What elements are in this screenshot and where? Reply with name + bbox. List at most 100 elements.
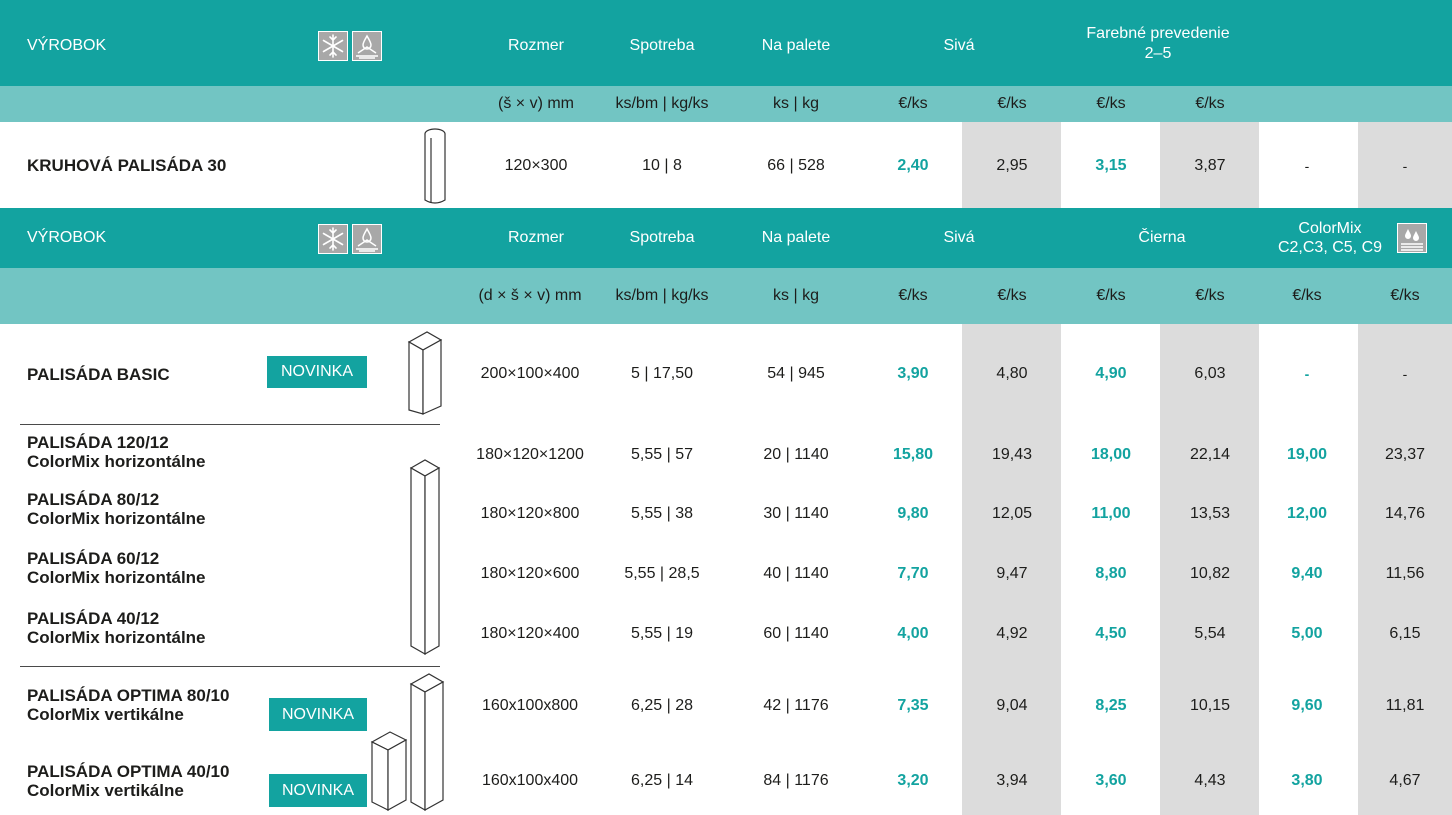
table1-header-bar (0, 0, 1452, 86)
consumption-cell: 6,25 | 28 (631, 697, 693, 714)
table1-product-header: VÝROBOK (27, 37, 107, 54)
price-cell: 12,00 (1286, 505, 1328, 522)
table2-price-unit: €/ks (898, 287, 928, 304)
table2-header-bar (0, 208, 1452, 268)
pallet-cell: 42 | 1176 (763, 697, 829, 714)
price-cell: 3,60 (1095, 772, 1127, 789)
table1-consumption-unit: ks/bm | kg/ks (615, 95, 709, 112)
price-cell: - (1304, 366, 1310, 382)
table1-price-unit: €/ks (898, 95, 928, 112)
size-cell: 180×120×800 (480, 505, 580, 522)
size-cell: 180×120×1200 (476, 446, 584, 463)
snowflake-icon (318, 31, 348, 61)
pallet-cell: 60 | 1140 (763, 625, 829, 642)
price-cell: 4,90 (1095, 365, 1127, 382)
price-cell: 11,00 (1091, 505, 1131, 522)
price-cell: 3,87 (1194, 157, 1226, 174)
price-cell: 4,00 (897, 625, 929, 642)
consumption-cell: 5,55 | 28,5 (624, 565, 700, 582)
table2-price-unit: €/ks (1096, 287, 1126, 304)
price-cell: 2,95 (996, 157, 1028, 174)
price-cell: 10,82 (1189, 565, 1231, 582)
product-name: PALISÁDA OPTIMA 40/10 ColorMix vertikálne (27, 762, 230, 800)
price-cell: 7,70 (897, 565, 929, 582)
price-cell: 9,60 (1291, 697, 1323, 714)
price-cell: - (1402, 158, 1408, 174)
product-name: PALISÁDA 40/12 ColorMix horizontálne (27, 609, 206, 647)
price-cell: 4,67 (1389, 772, 1421, 789)
price-cell: 8,25 (1095, 697, 1127, 714)
price-cell: 15,80 (892, 446, 934, 463)
optima-40-palisade-image (370, 731, 408, 812)
price-cell: 6,03 (1194, 365, 1226, 382)
new-badge: NOVINKA (267, 356, 367, 388)
table1-subheader-bar (0, 86, 1452, 122)
price-cell: 19,00 (1286, 446, 1328, 463)
price-cell: 3,80 (1291, 772, 1323, 789)
table2-product-header: VÝROBOK (27, 229, 107, 246)
table1-grey-header: Sivá (943, 37, 975, 54)
table2-pallet-header: Na palete (761, 229, 831, 246)
price-cell: 19,43 (991, 446, 1033, 463)
pallet-cell: 66 | 528 (767, 157, 825, 174)
price-cell: - (1402, 366, 1408, 382)
tall-palisade-image (409, 459, 441, 656)
product-name: PALISÁDA 120/12 ColorMix horizontálne (27, 433, 206, 471)
price-cell: 23,37 (1384, 446, 1426, 463)
consumption-cell: 10 | 8 (642, 157, 682, 174)
table2-price-unit: €/ks (1390, 287, 1420, 304)
new-badge: NOVINKA (269, 698, 367, 731)
price-cell: 3,94 (996, 772, 1028, 789)
table2-subheader-bar (0, 268, 1452, 324)
price-cell: 10,15 (1189, 697, 1231, 714)
pallet-cell: 84 | 1176 (763, 772, 829, 789)
price-cell: 9,47 (996, 565, 1028, 582)
table2-pallet-unit: ks | kg (773, 287, 819, 304)
product-name: PALISÁDA BASIC (27, 365, 170, 384)
table2-black-header: Čierna (1138, 229, 1186, 246)
snowflake-icon (318, 224, 348, 254)
price-cell: 3,20 (897, 772, 929, 789)
table1-price-unit: €/ks (1195, 95, 1225, 112)
price-cell: 11,81 (1385, 697, 1425, 714)
price-cell: 13,53 (1189, 505, 1231, 522)
table1-color-header: Farebné prevedenie 2–5 (1086, 25, 1230, 62)
pallet-cell: 40 | 1140 (763, 565, 829, 582)
size-cell: 180×120×400 (480, 625, 580, 642)
consumption-cell: 5,55 | 57 (631, 446, 693, 463)
price-cell: 5,00 (1291, 625, 1323, 642)
consumption-cell: 5 | 17,50 (631, 365, 693, 382)
water-drops-icon (1397, 223, 1427, 253)
row-separator (20, 666, 440, 667)
price-cell: 7,35 (897, 697, 929, 714)
price-cell: 9,04 (996, 697, 1028, 714)
price-cell: 6,15 (1389, 625, 1421, 642)
price-cell: 9,40 (1291, 565, 1323, 582)
size-cell: 160x100x800 (481, 697, 579, 714)
table2-consumption-header: Spotreba (629, 229, 695, 246)
product-name: PALISÁDA OPTIMA 80/10 ColorMix vertikálne (27, 686, 230, 724)
table1-price-unit: €/ks (997, 95, 1027, 112)
price-cell: 4,50 (1095, 625, 1127, 642)
consumption-cell: 5,55 | 38 (631, 505, 693, 522)
water-drop-icon (352, 31, 382, 61)
price-cell: 4,80 (996, 365, 1028, 382)
round-palisade-image (424, 128, 446, 204)
price-cell: 3,15 (1095, 157, 1127, 174)
pallet-cell: 20 | 1140 (763, 446, 829, 463)
price-cell: 22,14 (1189, 446, 1231, 463)
row-separator (20, 424, 440, 425)
price-cell: 4,43 (1194, 772, 1226, 789)
table1-pallet-unit: ks | kg (773, 95, 819, 112)
table2-price-unit: €/ks (997, 287, 1027, 304)
table1-price-unit: €/ks (1096, 95, 1126, 112)
table2-colormix-header: ColorMix C2,C3, C5, C9 (1277, 220, 1383, 256)
table1-pallet-header: Na palete (761, 37, 831, 54)
pallet-cell: 54 | 945 (767, 365, 825, 382)
table1-consumption-header: Spotreba (629, 37, 695, 54)
product-name: PALISÁDA 80/12 ColorMix horizontálne (27, 490, 206, 528)
price-cell: 8,80 (1095, 565, 1127, 582)
basic-palisade-image (407, 331, 443, 415)
price-cell: 12,05 (991, 505, 1033, 522)
price-cell: 2,40 (897, 157, 929, 174)
